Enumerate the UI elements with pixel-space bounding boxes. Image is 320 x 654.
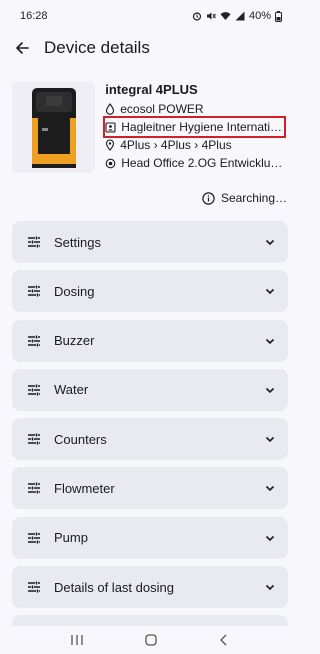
chevron-down-icon [265,585,275,591]
alarm-icon [192,12,202,21]
product-row: ecosol POWER [105,100,288,118]
tune-icon [28,482,40,494]
status-icons: 40% [192,10,282,22]
section-dosing[interactable]: Dosing [12,270,288,313]
device-location: Head Office 2.OG Entwicklu… [121,156,283,170]
target-icon [105,158,116,168]
location-row: Head Office 2.OG Entwicklu… [105,154,288,172]
tune-icon [28,581,40,593]
contact-card-icon [105,121,116,133]
page-title: Device details [44,38,150,57]
tune-icon [28,335,40,347]
chevron-down-icon [265,289,275,295]
app-bar: Device details [0,32,300,64]
section-label: Settings [54,234,101,250]
tune-icon [28,384,40,396]
section-last-dosing[interactable]: Details of last dosing [12,566,288,609]
section-label: Pump [54,530,88,546]
section-label: Flowmeter [54,480,115,496]
sections-list: Settings Dosing Buzzer Water Counters Fl… [0,221,300,636]
battery-level: 40% [248,10,271,22]
section-settings[interactable]: Settings [12,221,288,263]
status-bar: 16:28 40% [0,0,300,32]
back-nav-icon[interactable] [218,634,230,646]
section-label: Water [54,382,89,398]
tune-icon [28,532,40,544]
section-flowmeter[interactable]: Flowmeter [12,467,288,510]
section-buzzer[interactable]: Buzzer [12,319,288,362]
chevron-down-icon [265,338,275,344]
chevron-down-icon [265,535,275,541]
info-icon [202,191,215,205]
search-status: Searching… [0,191,300,205]
section-label: Buzzer [54,333,95,349]
chevron-down-icon [265,239,275,246]
chevron-down-icon [265,486,275,492]
battery-icon [275,10,282,22]
tune-icon [28,236,40,248]
location-pin-icon [106,139,115,151]
wifi-icon [220,12,231,20]
signal-icon [235,11,245,21]
section-water[interactable]: Water [12,368,288,411]
device-image [12,81,96,173]
drop-icon [106,103,115,115]
owner-row: Hagleitner Hygiene Internati… [103,116,286,138]
product-name: ecosol POWER [120,102,204,116]
recent-apps-icon[interactable] [70,634,84,646]
section-label: Details of last dosing [54,579,174,595]
back-button[interactable] [14,40,30,56]
mute-icon [206,12,216,20]
tune-icon [28,285,40,297]
home-icon[interactable] [145,634,157,646]
status-time: 16:28 [20,10,48,22]
chevron-down-icon [265,387,275,394]
search-status-text: Searching… [220,191,287,205]
section-label: Counters [54,431,107,447]
path-row: 4Plus › 4Plus › 4Plus [105,136,288,154]
arrow-back-icon [16,42,29,54]
tune-icon [28,433,40,445]
chevron-down-icon [265,437,275,443]
device-info: integral 4PLUS ecosol POWER Hagleitner H… [103,81,288,173]
section-pump[interactable]: Pump [12,516,288,559]
section-label: Dosing [54,283,95,299]
device-card: integral 4PLUS ecosol POWER Hagleitner H… [0,81,300,173]
device-path: 4Plus › 4Plus › 4Plus [120,138,232,152]
system-nav-bar [0,626,300,654]
owner-name: Hagleitner Hygiene Internati… [121,120,282,134]
section-counters[interactable]: Counters [12,418,288,461]
device-name: integral 4PLUS [105,82,198,97]
